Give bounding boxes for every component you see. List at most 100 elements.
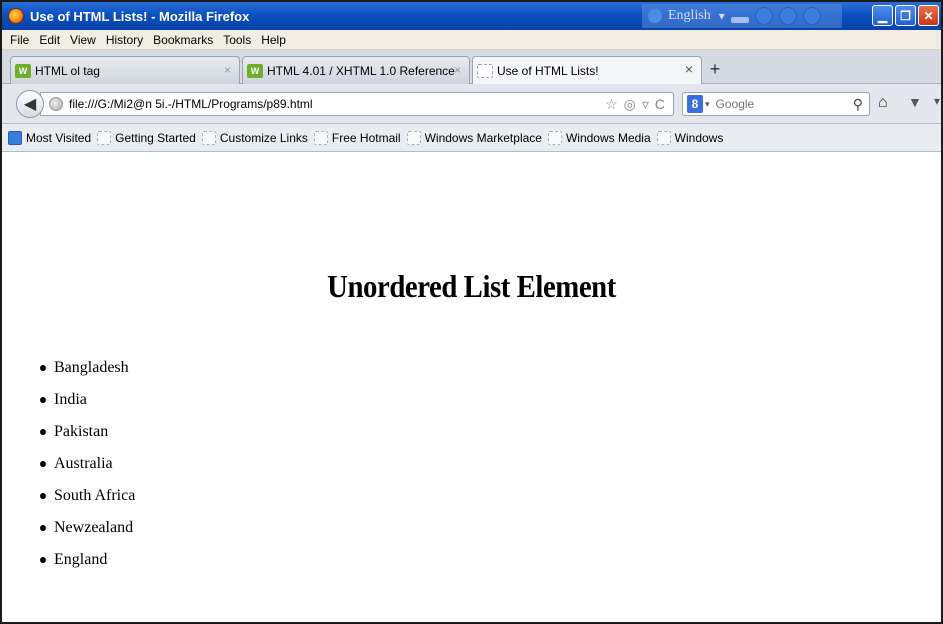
bookmark-label: Windows — [674, 130, 724, 145]
list-item: Pakistan — [40, 416, 135, 448]
reader-icon[interactable]: ◎ — [624, 96, 636, 113]
bookmarks-bar: Most Visited Getting Started Customize L… — [2, 124, 941, 152]
menu-edit[interactable]: Edit — [39, 33, 60, 47]
list-item: England — [40, 544, 135, 576]
list-item: Australia — [40, 448, 135, 480]
list-item-text: India — [54, 391, 87, 408]
firefox-logo-icon — [8, 8, 24, 24]
tab-label: Use of HTML Lists! — [497, 64, 599, 78]
bullet-icon — [40, 493, 46, 499]
tab-close-icon[interactable]: × — [224, 63, 231, 77]
star-icon[interactable]: ☆ — [605, 96, 618, 113]
country-list: Bangladesh India Pakistan Australia Sout… — [40, 352, 135, 576]
tab-use-of-html-lists[interactable]: Use of HTML Lists! × — [472, 56, 702, 85]
more-icon[interactable]: ▾ — [934, 94, 940, 108]
browser-window: Use of HTML Lists! - Mozilla Firefox Eng… — [0, 0, 943, 624]
bullet-icon — [40, 397, 46, 403]
w3-icon: W — [15, 63, 31, 78]
w3-icon: W — [247, 63, 263, 78]
page-content: Unordered List Element Bangladesh India … — [2, 152, 941, 622]
bookmark-label: Most Visited — [26, 130, 92, 145]
bookmark-label: Customize Links — [219, 130, 308, 145]
blank-page-icon — [477, 64, 493, 78]
bullet-icon — [40, 365, 46, 371]
bookmark-label: Getting Started — [115, 130, 196, 145]
list-item: South Africa — [40, 480, 135, 512]
blank-page-icon — [97, 130, 112, 145]
page-heading: Unordered List Element — [327, 268, 616, 304]
window-title: Use of HTML Lists! - Mozilla Firefox — [30, 8, 250, 24]
navigation-bar: file:///G:/Mi2@n 5i.-/HTML/Programs/p89.… — [2, 84, 941, 124]
tab-label: HTML 4.01 / XHTML 1.0 Reference — [267, 63, 455, 78]
blank-page-icon — [406, 130, 421, 145]
pocket-icon[interactable]: ▼ — [908, 94, 922, 110]
search-placeholder: Google — [715, 97, 755, 111]
language-icon — [648, 9, 662, 23]
tab-html-ol-tag[interactable]: W HTML ol tag × — [10, 56, 240, 84]
language-options-icon[interactable] — [802, 7, 821, 25]
new-tab-button[interactable]: + — [705, 58, 725, 80]
url-text[interactable]: file:///G:/Mi2@n 5i.-/HTML/Programs/p89.… — [69, 97, 313, 111]
list-item: India — [40, 384, 135, 416]
tab-close-icon[interactable]: × — [685, 61, 693, 77]
bookmark-most-visited[interactable]: Most Visited — [8, 130, 92, 145]
blank-page-icon — [547, 130, 562, 145]
bullet-icon — [40, 557, 46, 563]
bullet-icon — [40, 461, 46, 467]
window-controls: ▁ ❐ ✕ — [872, 5, 939, 26]
bookmark-windows[interactable]: Windows — [656, 130, 724, 145]
close-button[interactable]: ✕ — [918, 5, 939, 26]
menu-tools[interactable]: Tools — [223, 33, 251, 47]
blank-page-icon — [313, 130, 328, 145]
bookmark-free-hotmail[interactable]: Free Hotmail — [313, 130, 401, 145]
back-button[interactable]: ◀ — [16, 90, 44, 118]
globe-icon — [49, 97, 63, 111]
list-item-text: Newzealand — [54, 519, 134, 536]
minimize-button[interactable]: ▁ — [872, 5, 893, 26]
search-icon[interactable]: ⚲ — [853, 96, 863, 113]
list-item-text: Australia — [54, 455, 113, 472]
bookmark-label: Windows Media — [565, 130, 651, 145]
bookmark-windows-media[interactable]: Windows Media — [547, 130, 651, 145]
tab-html-reference[interactable]: W HTML 4.01 / XHTML 1.0 Reference × — [242, 56, 470, 84]
search-engine-dropdown-icon[interactable]: ▾ — [705, 99, 710, 110]
url-bar[interactable]: file:///G:/Mi2@n 5i.-/HTML/Programs/p89.… — [40, 92, 674, 116]
menu-file[interactable]: File — [10, 33, 29, 47]
bookmark-label: Windows Marketplace — [424, 130, 542, 145]
language-dropdown-icon[interactable]: ▾ — [719, 9, 725, 23]
menu-bar: File Edit View History Bookmarks Tools H… — [2, 30, 941, 50]
language-help-icon[interactable] — [778, 7, 797, 25]
blank-page-icon — [656, 130, 671, 145]
home-icon[interactable]: ⌂ — [878, 94, 888, 112]
most-visited-icon — [8, 130, 22, 145]
list-item-text: Pakistan — [54, 423, 109, 440]
menu-view[interactable]: View — [70, 33, 96, 47]
tab-strip: W HTML ol tag × W HTML 4.01 / XHTML 1.0 … — [2, 50, 941, 85]
language-label[interactable]: English — [668, 8, 711, 24]
list-item: Bangladesh — [40, 352, 135, 384]
tab-close-icon[interactable]: × — [454, 63, 461, 77]
maximize-button[interactable]: ❐ — [895, 5, 916, 26]
language-bar[interactable]: English ▾ — [642, 4, 842, 28]
menu-bookmarks[interactable]: Bookmarks — [153, 33, 213, 47]
language-tool-icon[interactable] — [754, 7, 773, 25]
menu-help[interactable]: Help — [261, 33, 286, 47]
title-bar: Use of HTML Lists! - Mozilla Firefox Eng… — [2, 2, 941, 30]
bullet-icon — [40, 429, 46, 435]
bookmark-label: Free Hotmail — [331, 130, 401, 145]
bookmark-windows-marketplace[interactable]: Windows Marketplace — [406, 130, 542, 145]
url-actions: ☆ ◎ ▿ C — [605, 96, 665, 113]
language-minimize-icon[interactable] — [730, 17, 749, 23]
search-box[interactable]: 8 ▾ Google ⚲ — [682, 92, 870, 116]
dropdown-icon[interactable]: ▿ — [642, 96, 649, 113]
list-item-text: Bangladesh — [54, 359, 129, 376]
tab-label: HTML ol tag — [35, 63, 100, 78]
google-icon[interactable]: 8 — [687, 95, 703, 113]
bookmark-customize-links[interactable]: Customize Links — [201, 130, 308, 145]
blank-page-icon — [201, 130, 216, 145]
reload-icon[interactable]: C — [655, 96, 665, 113]
bookmark-getting-started[interactable]: Getting Started — [97, 130, 196, 145]
menu-history[interactable]: History — [106, 33, 143, 47]
bullet-icon — [40, 525, 46, 531]
list-item: Newzealand — [40, 512, 135, 544]
